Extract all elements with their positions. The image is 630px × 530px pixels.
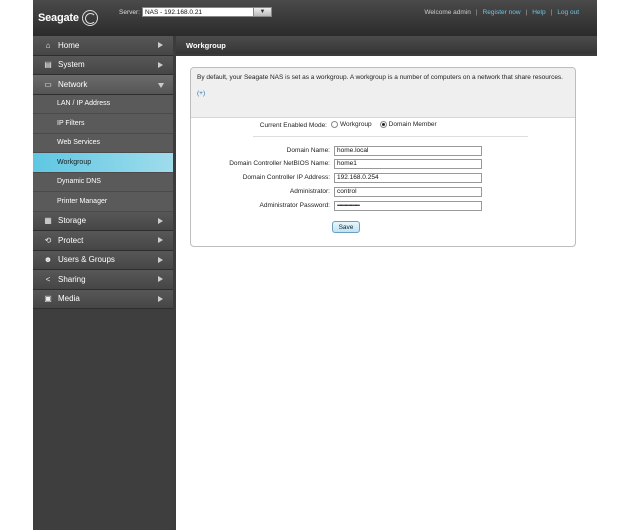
sidebar-item-label: Media	[58, 294, 80, 304]
chevron-right-icon	[158, 61, 163, 68]
radio-workgroup-label: Workgroup	[340, 121, 372, 128]
separator: |	[525, 9, 528, 16]
app-frame: Seagate Server: NAS - 192.168.0.21 ▼ Wel…	[33, 0, 597, 530]
separator: |	[475, 9, 478, 16]
sidebar-item-label: Sharing	[58, 274, 86, 284]
radio-workgroup[interactable]	[331, 121, 338, 128]
network-icon: ▭	[44, 79, 52, 89]
protect-icon: ⟲	[44, 235, 52, 245]
chevron-down-icon	[158, 83, 164, 88]
chevron-right-icon	[158, 217, 163, 224]
controller-ip-label: Domain Controller IP Address:	[242, 174, 330, 181]
seagate-logo[interactable]: Seagate	[38, 10, 98, 26]
save-button[interactable]: Save	[332, 221, 360, 233]
server-value: NAS - 192.168.0.21	[144, 8, 203, 16]
sidebar-subitem-workgroup[interactable]: Workgroup	[33, 153, 173, 173]
main-content: By default, your Seagate NAS is set as a…	[176, 56, 597, 530]
radio-domain-member-label: Domain Member	[388, 121, 437, 128]
sidebar-item-label: System	[58, 60, 85, 70]
top-nav: Welcome admin | Register now | Help | Lo…	[424, 9, 579, 16]
mode-label: Current Enabled Mode:	[259, 122, 327, 129]
info-text: By default, your Seagate NAS is set as a…	[197, 74, 563, 81]
sidebar-subitem-dynamic-dns[interactable]: Dynamic DNS	[33, 172, 173, 192]
chevron-right-icon	[158, 276, 163, 282]
chevron-down-icon[interactable]: ▼	[252, 8, 271, 16]
sidebar-item-protect[interactable]: ⟲ Protect	[33, 231, 173, 251]
logout-link[interactable]: Log out	[557, 9, 579, 16]
sidebar-item-label: Protect	[58, 235, 84, 245]
sidebar-item-label: Network	[58, 79, 88, 89]
media-icon: ▣	[44, 294, 52, 304]
sidebar-subitem-lan[interactable]: LAN / IP Address	[33, 94, 173, 114]
admin-password-label: Administrator Password:	[259, 202, 330, 209]
home-icon: ⌂	[45, 40, 51, 50]
administrator-label: Administrator:	[289, 188, 330, 195]
welcome-text: Welcome admin	[424, 9, 471, 16]
page-title: Workgroup	[176, 36, 597, 54]
netbios-name-label: Domain Controller NetBIOS Name:	[229, 160, 330, 167]
sharing-icon: <	[45, 274, 51, 284]
sidebar: ⌂ Home ▤ System ▭ Network LAN / IP Addre…	[33, 36, 173, 530]
sidebar-item-storage[interactable]: ▦ Storage	[33, 211, 173, 231]
sidebar-item-label: Storage	[58, 216, 87, 226]
chevron-right-icon	[158, 256, 163, 263]
sidebar-item-home[interactable]: ⌂ Home	[33, 36, 173, 56]
separator: |	[550, 9, 553, 16]
sidebar-item-system[interactable]: ▤ System	[33, 55, 173, 75]
sidebar-item-label: Users & Groups	[58, 255, 115, 265]
more-info-link[interactable]: (+)	[197, 89, 569, 98]
server-dropdown[interactable]: NAS - 192.168.0.21 ▼	[141, 7, 272, 17]
domain-name-label: Domain Name:	[286, 147, 330, 154]
sidebar-item-users-groups[interactable]: ☻ Users & Groups	[33, 250, 173, 270]
admin-password-input[interactable]: ••••••••••••••••••	[334, 201, 482, 211]
brand-name: Seagate	[38, 12, 79, 24]
chevron-right-icon	[158, 237, 163, 243]
sidebar-subitem-printer-manager[interactable]: Printer Manager	[33, 192, 173, 212]
chevron-right-icon	[158, 295, 163, 302]
controller-ip-input[interactable]: 192.168.0.254	[334, 173, 482, 183]
sidebar-item-media[interactable]: ▣ Media	[33, 289, 173, 309]
users-icon: ☻	[43, 255, 53, 265]
divider	[253, 136, 528, 137]
server-selector: Server: NAS - 192.168.0.21 ▼	[119, 7, 272, 17]
administrator-input[interactable]: control	[334, 187, 482, 197]
netbios-name-input[interactable]: home1	[334, 159, 482, 169]
mode-radio-group: Workgroup Domain Member	[331, 121, 437, 128]
sidebar-subitem-ip-filters[interactable]: IP Filters	[33, 114, 173, 134]
sidebar-subitem-web-services[interactable]: Web Services	[33, 133, 173, 153]
radio-domain-member[interactable]	[379, 121, 387, 128]
domain-name-input[interactable]: home.local	[334, 146, 482, 156]
register-link[interactable]: Register now	[483, 9, 521, 16]
sidebar-item-network[interactable]: ▭ Network	[33, 75, 173, 95]
system-icon: ▤	[44, 60, 52, 70]
header-bar: Seagate Server: NAS - 192.168.0.21 ▼ Wel…	[33, 0, 597, 36]
chevron-right-icon	[158, 42, 163, 48]
storage-icon: ▦	[44, 216, 52, 226]
sidebar-item-label: Home	[58, 40, 80, 50]
workgroup-panel: By default, your Seagate NAS is set as a…	[190, 67, 576, 247]
seagate-logo-icon	[81, 10, 98, 26]
help-link[interactable]: Help	[532, 9, 545, 16]
server-label: Server:	[119, 8, 140, 16]
sidebar-item-sharing[interactable]: < Sharing	[33, 270, 173, 290]
info-box: By default, your Seagate NAS is set as a…	[191, 68, 575, 118]
